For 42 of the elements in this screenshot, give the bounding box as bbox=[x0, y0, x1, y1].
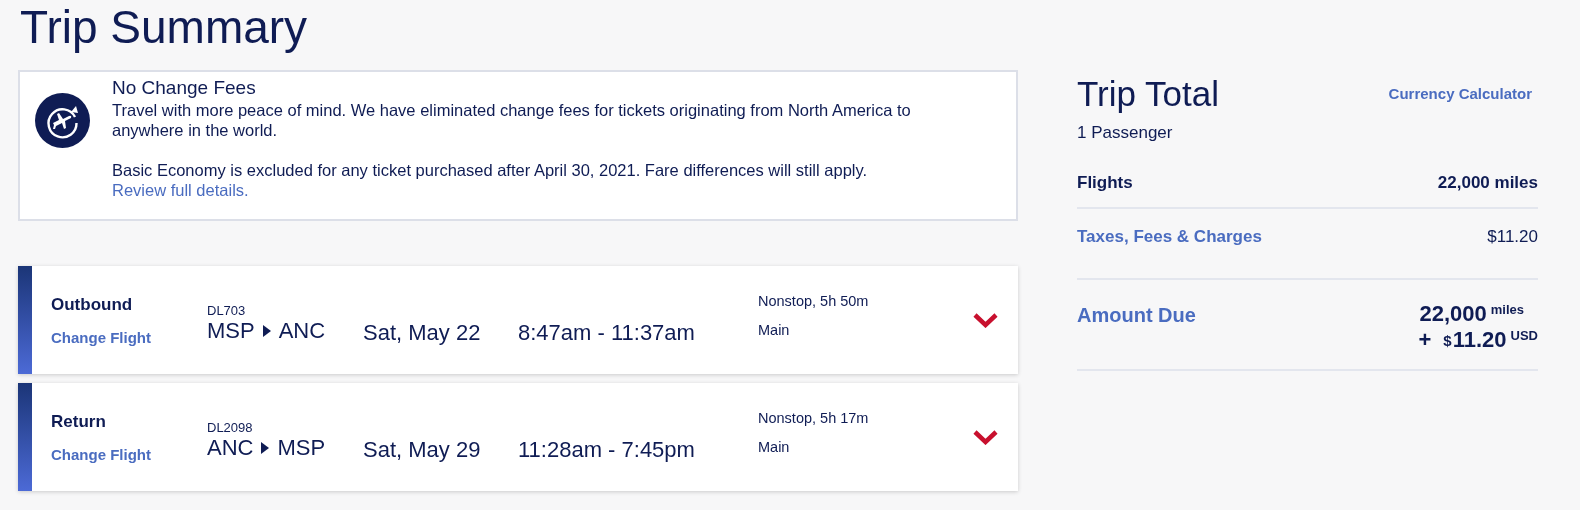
chevron-down-icon[interactable] bbox=[973, 312, 998, 328]
review-details-link[interactable]: Review full details. bbox=[112, 181, 249, 199]
origin-code: MSP bbox=[207, 317, 255, 344]
flight-number: DL2098 bbox=[207, 419, 254, 435]
flight-times: 11:28am - 7:45pm bbox=[518, 437, 696, 463]
change-flight-link[interactable]: Change Flight bbox=[51, 445, 207, 463]
notice-heading: No Change Fees bbox=[112, 77, 257, 99]
cash-amount: 11.20 bbox=[1452, 327, 1507, 353]
chevron-down-icon[interactable] bbox=[973, 429, 998, 445]
miles-amount: 22,000 bbox=[1419, 301, 1487, 327]
flight-date: Sat, May 22 bbox=[363, 320, 482, 346]
passenger-count: 1 Passenger bbox=[1077, 123, 1174, 143]
triangle-right-icon bbox=[262, 324, 271, 337]
currency-calculator-link[interactable]: Currency Calculator bbox=[1388, 85, 1532, 102]
flight-date: Sat, May 29 bbox=[363, 437, 482, 463]
cabin-class: Main bbox=[758, 438, 791, 455]
triangle-right-icon bbox=[261, 441, 270, 454]
destination-code: ANC bbox=[278, 317, 326, 344]
plus-sign: + bbox=[1418, 327, 1432, 353]
currency-code: USD bbox=[1510, 328, 1538, 343]
origin-code: ANC bbox=[207, 434, 254, 461]
notice-text: Basic Economy is excluded for any ticket purchased after April 30, 2021. Fare differences will still apply. Review full details. bbox=[112, 160, 869, 200]
currency-sign: $ bbox=[1443, 332, 1452, 349]
flight-direction: Outbound bbox=[51, 294, 134, 315]
change-flight-link[interactable]: Change Flight bbox=[51, 328, 207, 346]
trip-total-heading: Trip Total bbox=[1077, 74, 1219, 114]
cabin-class: Main bbox=[758, 321, 791, 338]
line-value: 22,000 miles bbox=[1437, 173, 1538, 193]
flight-direction: Return bbox=[51, 411, 107, 432]
page-title: Trip Summary bbox=[19, 0, 309, 54]
miles-unit: miles bbox=[1490, 302, 1524, 317]
notice-text: Travel with more peace of mind. We have eliminated change fees for tickets originating from North America to anywhere in the world. bbox=[112, 100, 912, 140]
flight-stops: Nonstop, 5h 50m bbox=[758, 292, 870, 309]
destination-code: MSP bbox=[277, 434, 326, 461]
flight-times: 8:47am - 11:37am bbox=[518, 320, 696, 346]
taxes-fees-link[interactable]: Taxes, Fees & Charges bbox=[1077, 227, 1262, 247]
flight-stops: Nonstop, 5h 17m bbox=[758, 409, 870, 426]
amount-due-label: Amount Due bbox=[1077, 304, 1196, 327]
flight-number: DL703 bbox=[207, 302, 247, 318]
line-label: Flights bbox=[1077, 173, 1133, 193]
plane-refresh-icon bbox=[35, 93, 90, 148]
line-value: $11.20 bbox=[1487, 227, 1538, 247]
